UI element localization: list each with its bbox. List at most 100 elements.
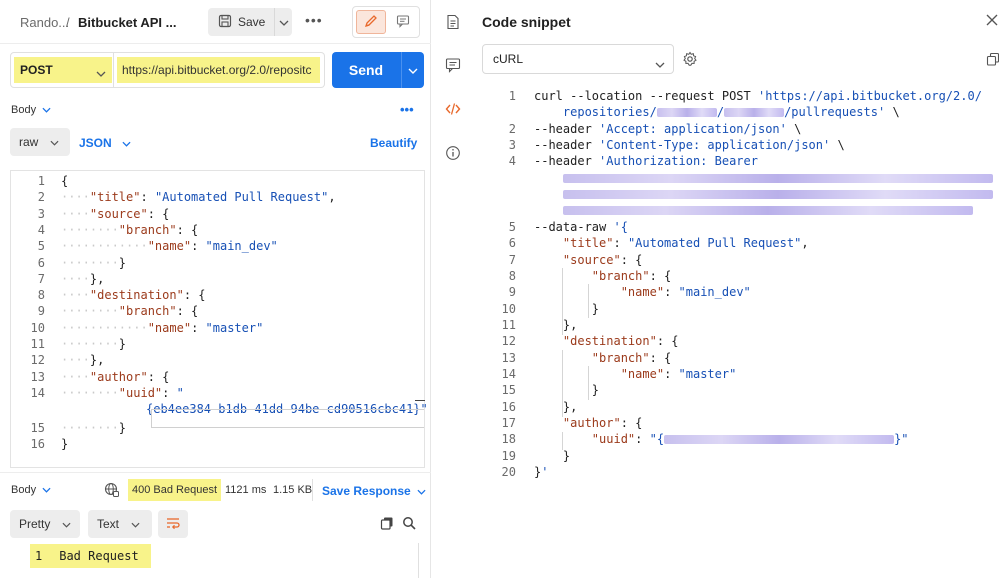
code-token: }, — [89, 271, 105, 286]
search-icon[interactable] — [402, 516, 416, 533]
close-icon[interactable] — [986, 14, 998, 29]
response-format-value: Pretty — [19, 517, 51, 531]
whitespace-marker: ···· — [61, 369, 90, 384]
info-icon[interactable] — [445, 145, 461, 161]
code-token: }, — [89, 353, 105, 368]
divider — [312, 479, 313, 501]
indent-guide — [562, 268, 563, 335]
more-actions-button[interactable]: ••• — [305, 12, 323, 28]
code-token: --data-raw — [534, 219, 614, 234]
line-number: 1 — [508, 89, 516, 103]
save-response-button[interactable]: Save Response — [322, 484, 426, 498]
body-mode-value: raw — [19, 135, 39, 149]
line-content: } — [534, 301, 599, 317]
whitespace-marker: ···· — [61, 288, 90, 303]
code-token: "name" — [147, 320, 192, 335]
code-token: }, — [534, 317, 578, 332]
response-time[interactable]: 1121 ms — [225, 484, 266, 496]
body-section-toggle[interactable]: Body — [11, 104, 51, 116]
code-token: : { — [649, 268, 672, 283]
save-button[interactable]: Save — [208, 8, 272, 36]
body-language-select[interactable]: JSON — [79, 136, 131, 150]
response-body-toggle[interactable]: Body — [11, 484, 51, 496]
status-badge[interactable]: 400 Bad Request — [128, 479, 222, 501]
code-token: "uuid" — [591, 432, 636, 447]
line-content: ····}, — [61, 352, 104, 368]
code-token: "branch" — [591, 268, 650, 283]
whitespace-marker: ···· — [61, 271, 90, 286]
line-content: "title": "Automated Pull Request", — [534, 235, 809, 251]
line-number: 15 — [501, 383, 516, 398]
code-token: "Automated Pull Request" — [154, 190, 329, 205]
line-number: 7 — [508, 252, 516, 267]
code-token: 'https://api.bitbucket.org/2.0/ — [757, 89, 982, 103]
line-content: ········} — [61, 336, 126, 352]
editor-line: 2 ····"title": "Automated Pull Request", — [11, 189, 424, 205]
chevron-down-icon — [417, 484, 426, 498]
response-size[interactable]: 1.15 KB — [273, 484, 312, 496]
line-number: 15 — [30, 420, 45, 435]
line-number: 9 — [508, 285, 516, 300]
whitespace-marker: ···· — [61, 353, 90, 368]
code-token: : { — [620, 416, 643, 430]
response-type-value: Text — [97, 517, 120, 531]
gear-icon[interactable] — [682, 51, 698, 70]
line-number: 8 — [37, 288, 45, 303]
breadcrumb-collection[interactable]: Rando... — [20, 15, 69, 30]
response-body-label: Body — [11, 484, 37, 496]
send-options-button[interactable] — [401, 52, 424, 88]
network-globe-icon[interactable] — [104, 482, 120, 501]
line-number: 14 — [501, 366, 516, 381]
code-token: "name" — [620, 366, 665, 381]
response-scrollbar[interactable] — [418, 543, 419, 578]
code-token: "destination" — [562, 334, 657, 349]
line-number: 6 — [508, 236, 516, 251]
code-token: "main_dev" — [205, 239, 278, 254]
view-mode-toggle — [352, 6, 420, 38]
edit-mode-button[interactable] — [356, 10, 386, 34]
line-content: } — [534, 448, 570, 464]
method-select[interactable]: POST — [10, 52, 114, 88]
line-content: { — [61, 173, 68, 189]
editor-line: 10 ············"name": "master" — [11, 320, 424, 336]
line-content: ········} — [61, 420, 126, 436]
line-number: 9 — [37, 304, 45, 319]
code-token: "author" — [562, 416, 621, 430]
code-token: " — [176, 385, 184, 400]
save-options-button[interactable] — [274, 8, 292, 36]
redacted-text — [656, 108, 717, 118]
line-content: repositories/ / /pullrequests' \ — [534, 104, 900, 120]
line-number: 17 — [501, 416, 516, 430]
code-token: "master" — [205, 320, 264, 335]
indent-guide — [588, 366, 589, 400]
url-input[interactable]: https://api.bitbucket.org/2.0/repositc — [114, 52, 325, 88]
redacted-text — [562, 206, 973, 216]
code-token: --header — [534, 138, 600, 153]
beautify-button[interactable]: Beautify — [370, 136, 417, 150]
response-type-select[interactable]: Text — [88, 510, 152, 538]
active-line-highlight — [151, 409, 424, 428]
code-icon[interactable] — [445, 101, 461, 117]
body-mode-select[interactable]: raw — [10, 128, 70, 156]
code-token: "name" — [620, 285, 665, 300]
comments-icon[interactable] — [445, 57, 461, 73]
line-number: 1 — [37, 174, 45, 188]
send-button[interactable]: Send — [332, 52, 400, 88]
save-group: Save — [208, 8, 292, 36]
breadcrumb-request-name[interactable]: Bitbucket API ... — [78, 15, 176, 30]
response-line-number: 1 — [35, 549, 43, 563]
comment-mode-button[interactable] — [389, 10, 417, 34]
whitespace-marker: ············ — [61, 239, 148, 254]
snippet-language-select[interactable]: cURL — [482, 44, 674, 74]
copy-icon[interactable] — [986, 52, 999, 69]
copy-icon[interactable] — [380, 516, 394, 533]
comment-icon — [396, 14, 410, 31]
body-more-button[interactable]: ••• — [400, 102, 414, 117]
wrap-lines-button[interactable] — [158, 510, 188, 538]
response-format-select[interactable]: Pretty — [10, 510, 80, 538]
document-icon[interactable] — [445, 14, 461, 30]
code-token: : { — [656, 334, 679, 349]
code-token: "author" — [89, 369, 148, 384]
code-token: : — [635, 432, 650, 447]
body-editor[interactable]: 1 {2 ····"title": "Automated Pull Request"… — [10, 170, 428, 468]
